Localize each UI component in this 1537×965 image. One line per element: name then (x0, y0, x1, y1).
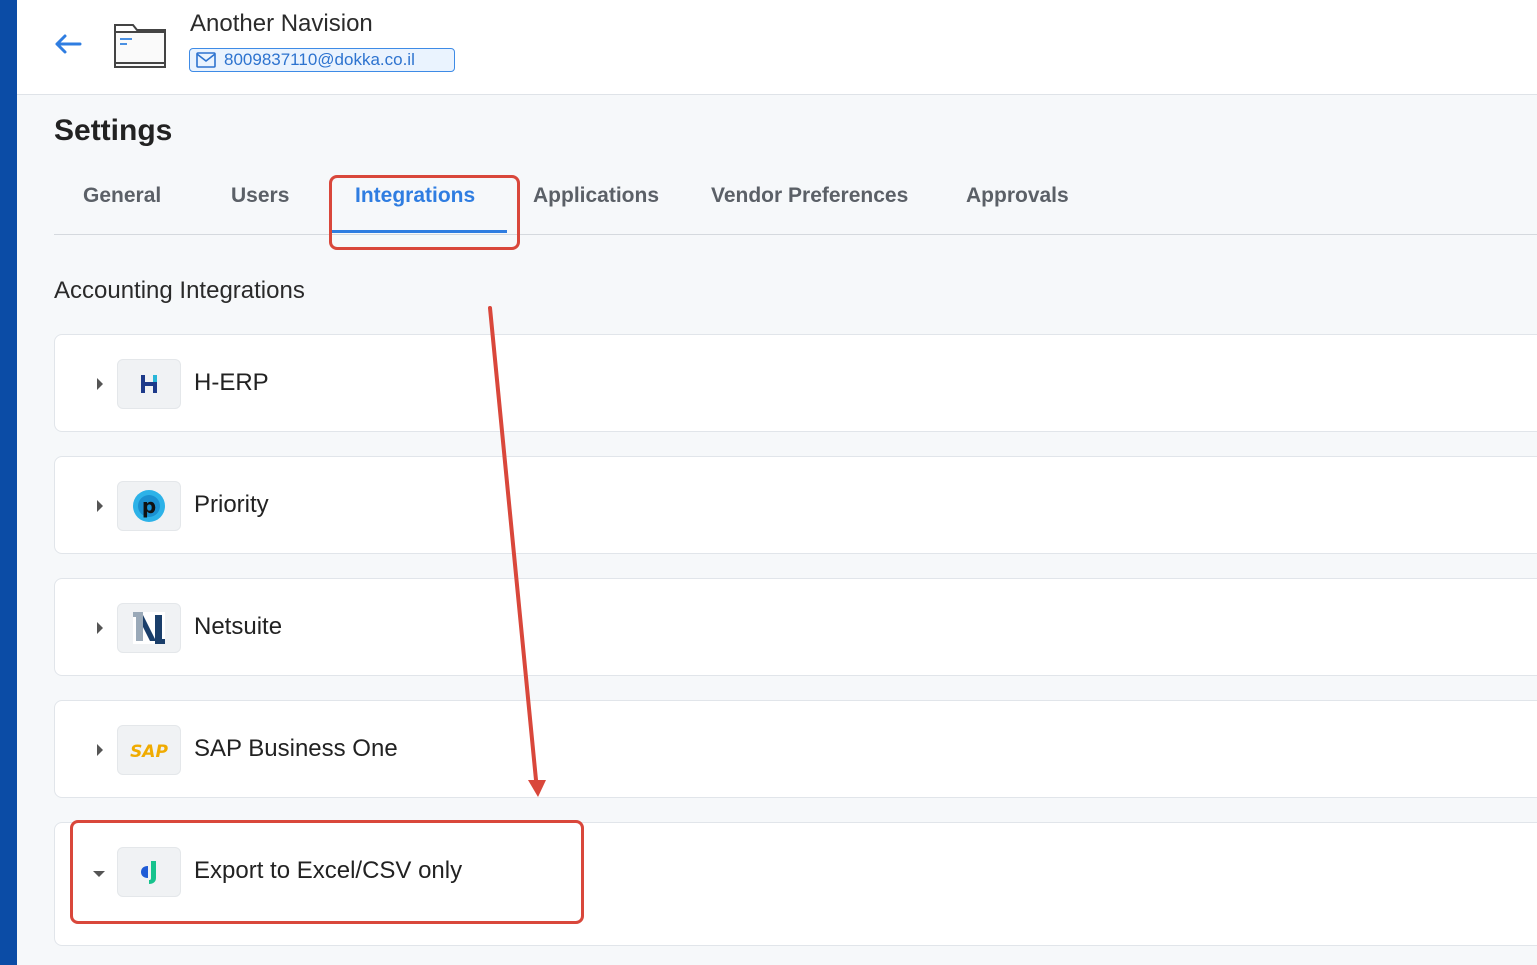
integration-card-priority[interactable]: p Priority (54, 456, 1537, 554)
h-erp-logo-icon (117, 359, 181, 409)
caret-right-icon[interactable] (95, 377, 105, 391)
svg-text:p: p (142, 494, 156, 518)
netsuite-logo-icon (117, 603, 181, 653)
integration-label: H-ERP (194, 369, 269, 396)
caret-down-icon[interactable] (92, 869, 106, 879)
email-badge[interactable]: 8009837110@dokka.co.il (189, 48, 455, 72)
tab-applications[interactable]: Applications (533, 184, 659, 208)
tab-users[interactable]: Users (231, 184, 289, 208)
tab-vendor-preferences[interactable]: Vendor Preferences (711, 184, 908, 208)
sap-logo-icon: SAP (117, 725, 181, 775)
caret-right-icon[interactable] (95, 621, 105, 635)
email-text: 8009837110@dokka.co.il (224, 50, 415, 69)
section-title: Accounting Integrations (54, 277, 305, 304)
page-title: Settings (54, 114, 173, 147)
left-sidebar-strip (0, 0, 17, 965)
dokka-logo-icon (117, 847, 181, 897)
integration-label: Export to Excel/CSV only (194, 857, 463, 884)
tab-general[interactable]: General (83, 184, 161, 208)
integration-card-export-excel-csv[interactable]: Export to Excel/CSV only (54, 822, 1537, 946)
tab-approvals[interactable]: Approvals (966, 184, 1069, 208)
header: Another Navision 8009837110@dokka.co.il (17, 0, 1537, 95)
svg-text:SAP: SAP (130, 742, 168, 761)
tab-integrations[interactable]: Integrations (355, 184, 475, 208)
tab-bar: General Users Integrations Applications … (54, 170, 1537, 235)
caret-right-icon[interactable] (95, 743, 105, 757)
integration-label: Netsuite (194, 613, 283, 640)
integration-label: Priority (194, 491, 269, 518)
integration-label: SAP Business One (194, 735, 398, 762)
mail-icon (196, 52, 216, 68)
priority-logo-icon: p (117, 481, 181, 531)
integration-card-sap[interactable]: SAP SAP Business One (54, 700, 1537, 798)
integration-card-h-erp[interactable]: H-ERP (54, 334, 1537, 432)
folder-icon (114, 24, 166, 68)
integration-card-netsuite[interactable]: Netsuite (54, 578, 1537, 676)
active-tab-indicator (332, 230, 507, 233)
caret-right-icon[interactable] (95, 499, 105, 513)
company-name: Another Navision (190, 10, 373, 37)
back-arrow-icon[interactable] (52, 32, 84, 56)
